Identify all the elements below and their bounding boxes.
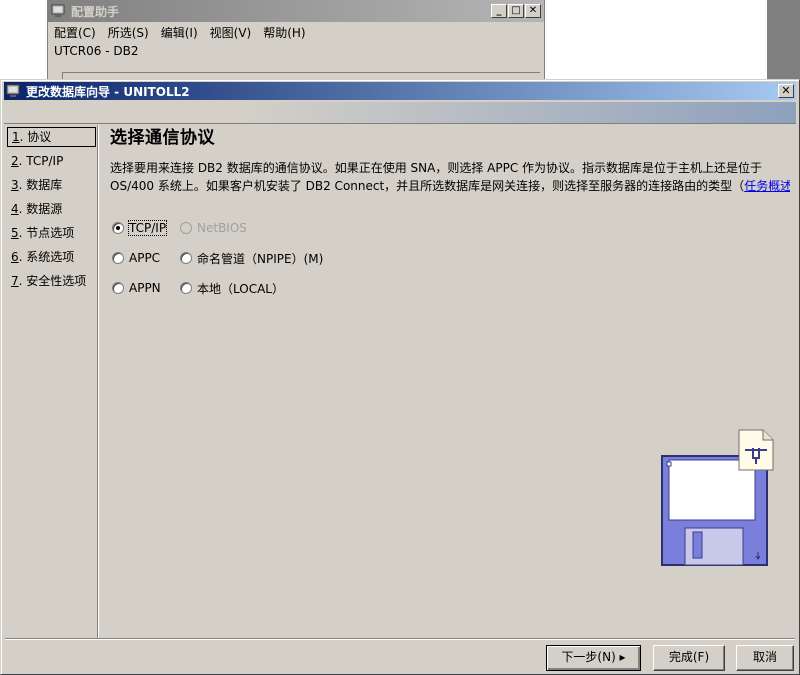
radio-tcpip[interactable]: TCP/IP (112, 220, 180, 236)
radio-icon[interactable] (180, 252, 192, 264)
nav-item-datasource[interactable]: 4. 数据源 (5, 197, 97, 221)
instance-label: UTCR06 - DB2 (54, 44, 139, 58)
nav-label: . TCP/IP (18, 154, 64, 168)
menu-bar: 配置(C) 所选(S) 编辑(I) 视图(V) 帮助(H) (48, 22, 544, 42)
nav-num: 4 (11, 202, 19, 216)
maximize-icon[interactable]: □ (508, 4, 524, 18)
config-assistant-title: 配置助手 (71, 4, 120, 19)
description-text: OS/400 系统上。如果客户机安装了 DB2 Connect，并且所选数据库是… (110, 179, 745, 193)
task-overview-link[interactable]: 任务概述 (744, 179, 790, 193)
nav-label: . 节点选项 (18, 226, 75, 240)
desktop-background (767, 0, 800, 80)
menu-help[interactable]: 帮助(H) (263, 24, 305, 41)
config-assistant-titlebar[interactable]: 配置助手 _ □ ✕ (48, 0, 544, 22)
radio-icon (180, 222, 192, 234)
radio-label: NetBIOS (197, 221, 247, 235)
nav-item-security-options[interactable]: 7. 安全性选项 (5, 269, 97, 293)
nav-num: 5 (11, 226, 19, 240)
header-band (4, 102, 796, 124)
nav-num: 7 (11, 274, 19, 288)
radio-appc[interactable]: APPC (112, 251, 180, 265)
radio-label: APPN (129, 281, 161, 295)
close-icon[interactable]: ✕ (525, 4, 541, 18)
nav-label: . 数据源 (18, 202, 63, 216)
minimize-icon[interactable]: _ (491, 4, 507, 18)
nav-num: 2 (11, 154, 19, 168)
wizard-title: 更改数据库向导 - UNITOLL2 (26, 84, 190, 99)
menu-view[interactable]: 视图(V) (210, 24, 252, 41)
wizard-app-icon (6, 84, 22, 98)
nav-item-node-options[interactable]: 5. 节点选项 (5, 221, 97, 245)
nav-item-tcpip[interactable]: 2. TCP/IP (5, 149, 97, 173)
radio-label: TCP/IP (127, 220, 168, 236)
page-description: 选择要用来连接 DB2 数据库的通信协议。如果正在使用 SNA，则选择 APPC… (110, 159, 790, 195)
description-line-2: OS/400 系统上。如果客户机安装了 DB2 Connect，并且所选数据库是… (110, 177, 790, 195)
radio-label: APPC (129, 251, 161, 265)
floppy-disk-icon (659, 428, 779, 568)
nav-item-database[interactable]: 3. 数据库 (5, 173, 97, 197)
config-assistant-window[interactable]: 配置助手 _ □ ✕ 配置(C) 所选(S) 编辑(I) 视图(V) 帮助(H)… (47, 0, 545, 82)
nav-num: 3 (11, 178, 19, 192)
radio-netbios: NetBIOS (180, 221, 247, 235)
radio-npipe[interactable]: 命名管道（NPIPE）(M) (180, 250, 323, 267)
next-button[interactable]: 下一步(N) ▸ (546, 645, 641, 671)
radio-icon[interactable] (112, 252, 124, 264)
change-database-wizard[interactable]: 更改数据库向导 - UNITOLL2 ✕ 1. 协议 2. TCP/IP 3. … (0, 79, 800, 675)
finish-button[interactable]: 完成(F) (653, 645, 725, 671)
nav-label: . 安全性选项 (18, 274, 87, 288)
radio-icon[interactable] (112, 282, 124, 294)
footer-separator (5, 638, 795, 640)
radio-local[interactable]: 本地（LOCAL） (180, 280, 284, 297)
page-title: 选择通信协议 (110, 128, 215, 148)
protocol-radio-group: TCP/IP NetBIOS APPC 命名管道（NPIPE）(M) APPN … (112, 213, 412, 303)
nav-item-system-options[interactable]: 6. 系统选项 (5, 245, 97, 269)
nav-item-protocol[interactable]: 1. 协议 (7, 127, 96, 147)
radio-appn[interactable]: APPN (112, 281, 180, 295)
radio-checked-icon[interactable] (112, 222, 124, 234)
nav-num: 6 (11, 250, 19, 264)
wizard-titlebar[interactable]: 更改数据库向导 - UNITOLL2 ✕ (4, 82, 796, 100)
nav-label: . 协议 (19, 130, 52, 144)
wizard-nav: 1. 协议 2. TCP/IP 3. 数据库 4. 数据源 5. 节点选项 6.… (5, 125, 98, 638)
wizard-content: 选择通信协议 选择要用来连接 DB2 数据库的通信协议。如果正在使用 SNA，则… (110, 124, 793, 195)
radio-label: 命名管道（NPIPE）(M) (197, 251, 324, 266)
menu-selected[interactable]: 所选(S) (108, 24, 149, 41)
nav-label: . 系统选项 (18, 250, 75, 264)
app-icon (51, 4, 67, 18)
menu-edit[interactable]: 编辑(I) (161, 24, 198, 41)
description-line-1: 选择要用来连接 DB2 数据库的通信协议。如果正在使用 SNA，则选择 APPC… (110, 161, 763, 175)
nav-label: . 数据库 (18, 178, 63, 192)
menu-config[interactable]: 配置(C) (54, 24, 96, 41)
radio-icon[interactable] (180, 282, 192, 294)
radio-label: 本地（LOCAL） (197, 281, 284, 296)
close-icon[interactable]: ✕ (778, 84, 794, 98)
cancel-button[interactable]: 取消 (736, 645, 794, 671)
nav-num: 1 (12, 130, 20, 144)
